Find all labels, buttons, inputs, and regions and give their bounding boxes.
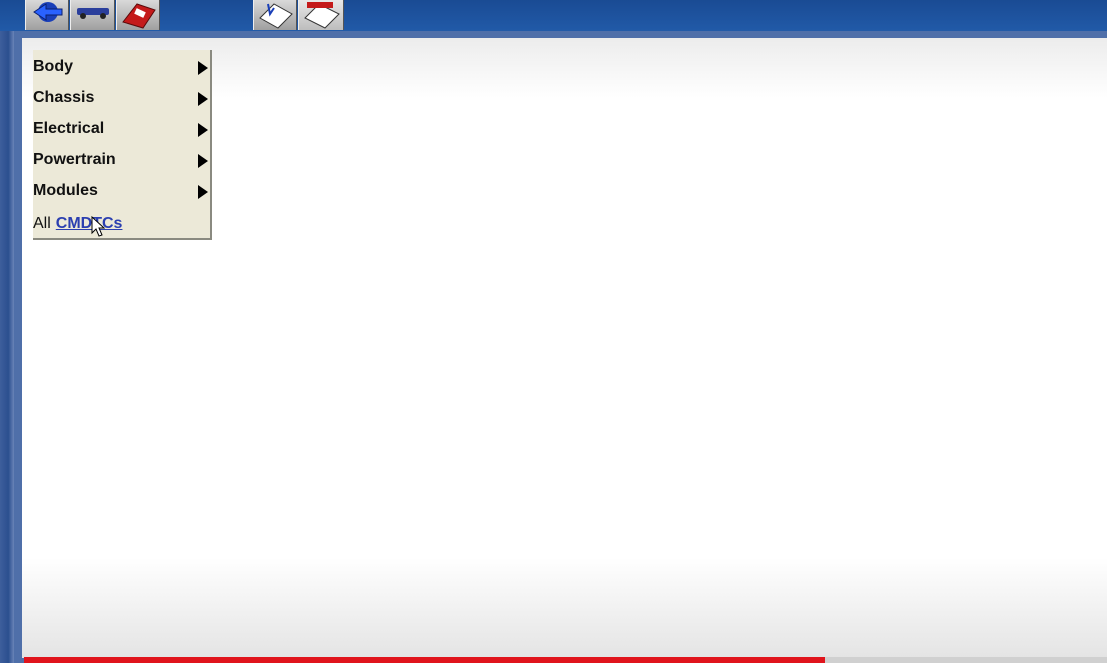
- submenu-arrow-icon: [198, 123, 208, 137]
- menu-item-powertrain[interactable]: Powertrain: [33, 147, 210, 173]
- menu-item-label: Electrical: [33, 120, 105, 137]
- window-left-edge: [0, 31, 14, 663]
- back-arrow-icon: [33, 2, 63, 22]
- dtc-button[interactable]: [298, 0, 344, 30]
- menu-item-electrical[interactable]: Electrical: [33, 116, 210, 142]
- vehicle-button[interactable]: [70, 0, 115, 30]
- dtc-icon: [304, 2, 340, 29]
- menu-item-label: Modules: [33, 182, 98, 199]
- progress-bar: [24, 657, 1107, 663]
- diagnostic-tool-icon: [122, 3, 156, 29]
- menu-item-label: Body: [33, 58, 73, 75]
- menu-item-label: Powertrain: [33, 151, 116, 168]
- back-button[interactable]: [25, 0, 69, 30]
- toolbar: [0, 0, 1107, 31]
- tool-info-button[interactable]: [253, 0, 297, 30]
- vehicle-icon: [77, 8, 109, 19]
- menu-item-modules[interactable]: Modules: [33, 178, 210, 204]
- menu-item-all-cmdtcs: All CMDTCs: [33, 212, 122, 236]
- menu-item-label: Chassis: [33, 89, 95, 106]
- diagnostic-tool-button[interactable]: [116, 0, 160, 30]
- mouse-cursor-icon: [91, 216, 105, 237]
- menu-item-chassis[interactable]: Chassis: [33, 85, 210, 111]
- dtc-category-menu: Body Chassis Electrical Powertrain Modul…: [33, 50, 212, 240]
- tool-info-icon: [259, 3, 293, 29]
- all-prefix: All: [33, 215, 51, 232]
- submenu-arrow-icon: [198, 92, 208, 106]
- submenu-arrow-icon: [198, 154, 208, 168]
- submenu-arrow-icon: [198, 185, 208, 199]
- progress-fill: [24, 657, 826, 663]
- submenu-arrow-icon: [198, 61, 208, 75]
- all-cmdtcs-link[interactable]: CMDTCs: [56, 215, 123, 232]
- menu-item-body[interactable]: Body: [33, 54, 210, 80]
